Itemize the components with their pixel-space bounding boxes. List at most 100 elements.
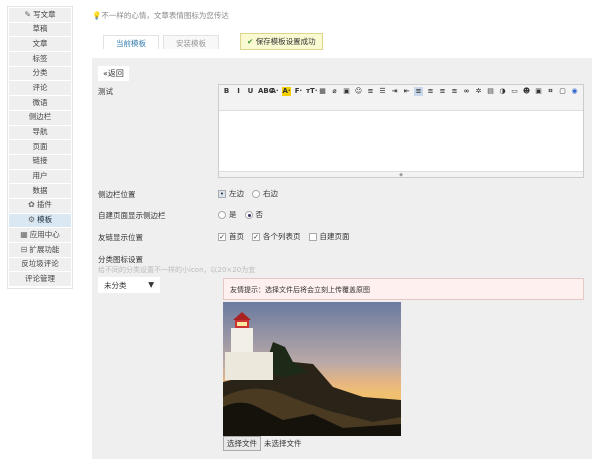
option-label: 首页 bbox=[229, 232, 244, 241]
sidebar-item[interactable]: 文章 bbox=[9, 37, 71, 53]
sidebar-item-label: 侧边栏 bbox=[28, 112, 52, 122]
sidebar-item[interactable]: 页面 bbox=[9, 140, 71, 155]
sidebar-item[interactable]: 导航 bbox=[9, 125, 71, 141]
sidebar-item-label: 导航 bbox=[32, 127, 48, 136]
plugin-icon: ✿ bbox=[28, 200, 35, 210]
toolbar-button[interactable]: A· bbox=[282, 87, 291, 96]
sidebar-item-label: 评论 bbox=[32, 82, 48, 92]
toolbar-button[interactable]: ◉ bbox=[570, 87, 579, 96]
dropdown-arrow-icon: ▼ bbox=[148, 280, 154, 289]
toolbar-button[interactable]: B bbox=[222, 87, 231, 96]
upload-tip: 友情提示：选择文件后将会立刻上传覆盖原图 bbox=[223, 278, 584, 300]
resize-handle[interactable]: ◆ bbox=[219, 171, 583, 178]
sidebar-item[interactable]: 微语 bbox=[9, 96, 71, 111]
test-label: 测试 bbox=[98, 87, 113, 96]
radio-no[interactable] bbox=[244, 210, 253, 219]
toolbar-button[interactable]: ABC bbox=[258, 87, 274, 96]
sidebar-item-label: 页面 bbox=[32, 141, 48, 151]
toolbar-button[interactable]: ⌗ bbox=[546, 87, 555, 96]
success-toast: ✔ 保存模板设置成功 bbox=[240, 33, 323, 50]
toast-text: 保存模板设置成功 bbox=[255, 37, 316, 46]
gear-icon: ⚙ bbox=[27, 215, 36, 225]
radio-yes[interactable] bbox=[218, 210, 226, 219]
editor-textarea[interactable] bbox=[219, 111, 583, 171]
motto: 💡不一样的心情，文章表情图标为您传达 bbox=[92, 10, 229, 21]
toolbar-button[interactable]: ⇤ bbox=[402, 87, 411, 96]
toolbar-button[interactable]: ☻ bbox=[522, 87, 531, 96]
toolbar-button[interactable]: ∞ bbox=[462, 87, 471, 96]
back-button[interactable]: «返回 bbox=[98, 66, 129, 81]
store-icon: ▦ bbox=[20, 229, 28, 239]
collapse-icon: ⊟ bbox=[20, 244, 28, 254]
category-icon-hint: 给不同的分类设置不一样的小icon，以20×20为宜 bbox=[98, 266, 256, 274]
radio-left[interactable]: • bbox=[218, 189, 226, 198]
tab-install-template[interactable]: 安装模板 bbox=[163, 35, 219, 49]
sidebar-item[interactable]: 侧边栏 bbox=[9, 110, 71, 126]
sidebar-item[interactable]: ▦ 应用中心 bbox=[9, 228, 71, 243]
tab-current-template[interactable]: 当前模板 bbox=[103, 35, 159, 49]
sidebar-item[interactable]: ⊟ 扩展功能 bbox=[9, 243, 71, 258]
sidebar-item[interactable]: 用户 bbox=[9, 169, 71, 185]
toolbar-button[interactable]: ≡ bbox=[426, 87, 435, 96]
sidebar-item[interactable]: 标签 bbox=[9, 52, 71, 67]
toolbar-button[interactable]: ▣ bbox=[534, 87, 543, 96]
sidebar: ✎ 写文章 草稿 文章 标签 分类 评论 微语 侧边栏 导航 页面 链接 用户 数据 ✿ 插件 ⚙ 模板 ▦ 应用中心… bbox=[7, 6, 73, 290]
sidebar-item-label: 链接 bbox=[32, 156, 48, 166]
sidebar-item[interactable]: 分类 bbox=[9, 66, 71, 82]
settings-panel: «返回 测试 B I U ABC A· A· F· тT· ▦ ⌀ ▣ ☺ ≡ ☰ ⇥ ⇤ ≡ ≡ ≡ ≡ ∞ ✲ ▤ ◑ ▭ ☻… bbox=[92, 58, 592, 459]
toolbar-button[interactable]: ◑ bbox=[498, 87, 507, 96]
toolbar-button[interactable]: ▭ bbox=[510, 87, 519, 96]
check-icon: ✔ bbox=[247, 37, 254, 46]
file-input: 选择文件 未选择文件 bbox=[223, 436, 302, 451]
sidebar-item-label: 微语 bbox=[32, 97, 48, 107]
sidebar-item[interactable]: ⚙ 模板 bbox=[9, 213, 71, 229]
checkbox-custom-pages[interactable] bbox=[308, 232, 317, 241]
option-label: 各个列表页 bbox=[263, 232, 301, 241]
sidebar-item[interactable]: ✿ 插件 bbox=[9, 198, 71, 214]
option-label: 是 bbox=[229, 210, 237, 219]
toolbar-button[interactable]: F· bbox=[294, 87, 303, 96]
sidebar-item-label: 反垃圾评论 bbox=[21, 259, 59, 269]
checkbox-home[interactable]: ✓ bbox=[218, 232, 226, 241]
choose-file-button[interactable]: 选择文件 bbox=[223, 436, 261, 451]
category-icon-preview-image bbox=[223, 302, 401, 436]
sidebar-item-label: 插件 bbox=[36, 200, 52, 210]
tabs: 当前模板 安装模板 bbox=[103, 35, 219, 49]
toolbar-button[interactable]: ☺ bbox=[354, 87, 363, 96]
toolbar-button[interactable]: ≡ bbox=[414, 87, 423, 96]
sidebar-item-label: 标签 bbox=[32, 53, 48, 63]
sidebar-item[interactable]: 反垃圾评论 bbox=[9, 257, 71, 273]
sidebar-item-label: 用户 bbox=[32, 171, 48, 181]
category-select[interactable]: 未分类 ▼ bbox=[98, 277, 160, 293]
radio-right[interactable] bbox=[252, 189, 260, 198]
category-icon-label: 分类图标设置 bbox=[98, 255, 143, 264]
toolbar-button[interactable]: ≡ bbox=[450, 87, 459, 96]
toolbar-button[interactable]: ✲ bbox=[474, 87, 483, 96]
sidebar-item[interactable]: 数据 bbox=[9, 184, 71, 199]
toolbar-button[interactable]: ⇥ bbox=[390, 87, 399, 96]
toolbar-button[interactable]: I bbox=[234, 87, 243, 96]
toolbar-button[interactable]: ≡ bbox=[438, 87, 447, 96]
sidebar-item-label: 文章 bbox=[32, 38, 48, 48]
toolbar-button[interactable]: ▤ bbox=[486, 87, 495, 96]
sidebar-item[interactable]: 评论 bbox=[9, 81, 71, 97]
sidebar-item[interactable]: ✎ 写文章 bbox=[9, 8, 71, 23]
toolbar-button[interactable]: ▦ bbox=[318, 87, 327, 96]
toolbar-button[interactable]: U bbox=[246, 87, 255, 96]
toolbar-button[interactable]: ▢ bbox=[558, 87, 567, 96]
sidebar-item[interactable]: 草稿 bbox=[9, 22, 71, 38]
checkbox-list-pages[interactable]: ✓ bbox=[252, 232, 260, 241]
sidebar-item-label: 数据 bbox=[32, 185, 48, 195]
toolbar-button[interactable]: ⌀ bbox=[330, 87, 339, 96]
toolbar-button[interactable]: тT· bbox=[306, 87, 318, 96]
editor-toolbar: B I U ABC A· A· F· тT· ▦ ⌀ ▣ ☺ ≡ ☰ ⇥ ⇤ ≡ ≡ ≡ ≡ ∞ ✲ ▤ ◑ ▭ ☻ ▣ ⌗ ▢ ◉ bbox=[219, 85, 583, 111]
sidebar-item[interactable]: 评论管理 bbox=[9, 272, 71, 288]
links-position-label: 友链显示位置 bbox=[98, 233, 143, 242]
toolbar-button[interactable]: ▣ bbox=[342, 87, 351, 96]
toolbar-button[interactable]: ☰ bbox=[378, 87, 387, 96]
sidebar-item[interactable]: 链接 bbox=[9, 154, 71, 170]
option-label: 左边 bbox=[229, 189, 244, 198]
toolbar-button[interactable]: A· bbox=[270, 87, 279, 96]
toolbar-button[interactable]: ≡ bbox=[366, 87, 375, 96]
no-file-text: 未选择文件 bbox=[264, 439, 302, 448]
